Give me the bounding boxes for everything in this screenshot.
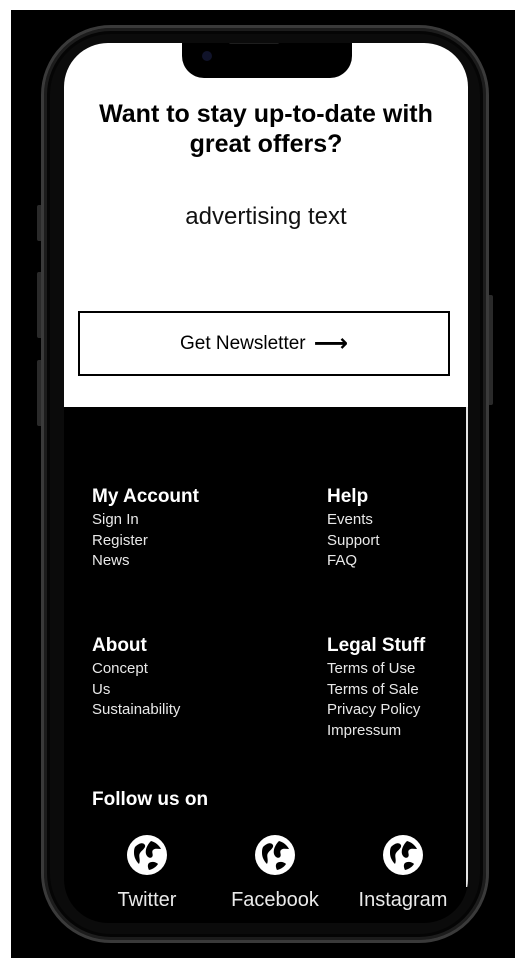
footer-link-impressum[interactable]: Impressum bbox=[327, 721, 425, 742]
newsletter-section: Want to stay up-to-date with great offer… bbox=[64, 43, 468, 407]
footer-link-sustainability[interactable]: Sustainability bbox=[92, 700, 180, 721]
follow-us-heading: Follow us on bbox=[92, 789, 209, 810]
footer-column-my-account: My Account Sign In Register News bbox=[92, 486, 199, 572]
speaker-grille bbox=[229, 43, 279, 44]
device-mockup-background: Want to stay up-to-date with great offer… bbox=[11, 10, 515, 958]
footer-link-terms-of-use[interactable]: Terms of Use bbox=[327, 659, 425, 680]
front-camera bbox=[202, 51, 212, 61]
arrow-right-icon: ⟶ bbox=[313, 329, 349, 357]
social-link-twitter[interactable]: Twitter bbox=[92, 833, 202, 912]
footer-column-legal-stuff: Legal Stuff Terms of Use Terms of Sale P… bbox=[327, 635, 425, 741]
footer-link-privacy-policy[interactable]: Privacy Policy bbox=[327, 700, 425, 721]
footer-link-support[interactable]: Support bbox=[327, 531, 380, 552]
footer-heading: Help bbox=[327, 486, 369, 507]
footer-link-faq[interactable]: FAQ bbox=[327, 551, 380, 572]
footer-link-terms-of-sale[interactable]: Terms of Sale bbox=[327, 680, 425, 701]
globe-icon bbox=[383, 835, 423, 875]
footer-column-help: Help Events Support FAQ bbox=[327, 486, 380, 572]
social-label-twitter: Twitter bbox=[117, 889, 177, 911]
footer-link-register[interactable]: Register bbox=[92, 531, 199, 552]
footer-link-sign-in[interactable]: Sign In bbox=[92, 510, 199, 531]
footer-heading: Legal Stuff bbox=[327, 635, 426, 656]
globe-icon bbox=[255, 835, 295, 875]
footer-link-news[interactable]: News bbox=[92, 551, 199, 572]
footer-heading: My Account bbox=[92, 486, 199, 507]
screen-edge-line bbox=[466, 407, 468, 887]
footer-link-us[interactable]: Us bbox=[92, 680, 180, 701]
social-label-facebook: Facebook bbox=[231, 889, 319, 911]
get-newsletter-button[interactable]: Get Newsletter ⟶ bbox=[78, 311, 450, 376]
footer-link-concept[interactable]: Concept bbox=[92, 659, 180, 680]
get-newsletter-label: Get Newsletter bbox=[179, 332, 306, 354]
social-link-instagram[interactable]: Instagram bbox=[348, 833, 458, 912]
footer-link-events[interactable]: Events bbox=[327, 510, 380, 531]
social-label-instagram: Instagram bbox=[358, 889, 448, 911]
newsletter-title: Want to stay up-to-date with great offer… bbox=[99, 100, 433, 158]
phone-screen: Want to stay up-to-date with great offer… bbox=[64, 43, 468, 923]
globe-icon bbox=[127, 835, 167, 875]
footer-column-about: About Concept Us Sustainability bbox=[92, 635, 180, 721]
footer-heading: About bbox=[92, 635, 147, 656]
advertising-text: advertising text bbox=[185, 203, 347, 230]
social-link-facebook[interactable]: Facebook bbox=[220, 833, 330, 912]
